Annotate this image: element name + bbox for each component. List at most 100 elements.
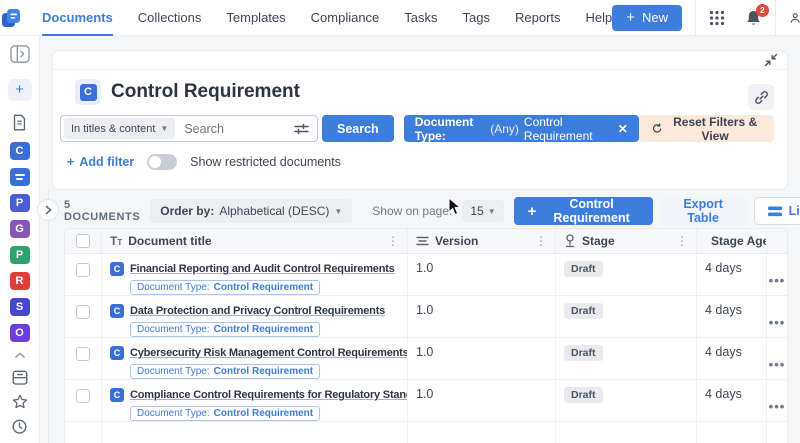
clock-icon[interactable] [11, 419, 28, 434]
doc-type-letter-badge: C [110, 346, 124, 360]
nav-item-compliance[interactable]: Compliance [311, 0, 380, 36]
select-all-cell [65, 229, 101, 253]
table-row[interactable]: C Compliance Control Requirements for Re… [65, 380, 787, 422]
type-chip-value: Control Requirement [214, 366, 313, 377]
app-logo[interactable] [0, 0, 22, 36]
toggle-knob [149, 156, 161, 168]
export-table-button[interactable]: Export Table [661, 197, 746, 225]
rail-doctype-p-green[interactable]: P [10, 246, 30, 264]
copy-link-button[interactable] [748, 84, 774, 110]
column-menu-icon[interactable]: ⋮ [387, 234, 399, 248]
table-row[interactable]: C Data Protection and Privacy Control Re… [65, 296, 787, 338]
nav-item-reports[interactable]: Reports [515, 0, 561, 36]
nav-item-templates[interactable]: Templates [226, 0, 285, 36]
show-on-page-dropdown[interactable]: 15 ▼ [462, 200, 503, 222]
order-by-dropdown[interactable]: Order by: Alphabetical (DESC) ▼ [150, 199, 352, 223]
column-header-stage[interactable]: Stage ⋮ [555, 229, 696, 253]
rail-doctype-p-blue[interactable]: P [10, 194, 30, 212]
archive-icon[interactable] [11, 370, 29, 385]
rail-doctype-g[interactable]: G [10, 220, 30, 238]
document-title-link[interactable]: Financial Reporting and Audit Control Re… [130, 263, 395, 275]
search-input[interactable] [178, 122, 294, 136]
select-all-checkbox[interactable] [76, 234, 90, 248]
divider [695, 0, 696, 36]
stage-badge: Draft [564, 345, 603, 361]
reset-filters-button[interactable]: Reset Filters & View [639, 115, 774, 142]
collapse-card-button[interactable] [764, 53, 778, 67]
row-checkbox[interactable] [76, 263, 90, 277]
search-scope-dropdown[interactable]: In titles & content ▼ [64, 118, 175, 139]
stage-age-cell: 4 days [696, 380, 766, 421]
document-title-link[interactable]: Cybersecurity Risk Management Control Re… [130, 347, 407, 359]
row-more-button[interactable]: ••• [766, 254, 787, 295]
document-type-chip[interactable]: Document Type: Control Requirement [130, 322, 320, 337]
version-cell: 1.0 [407, 254, 555, 295]
expand-section-button[interactable] [37, 199, 59, 221]
table-row-partial[interactable] [65, 422, 787, 443]
column-header-title[interactable]: TT Document title ⋮ [101, 229, 407, 253]
rail-doctype-lines[interactable] [10, 168, 30, 186]
chevron-down-icon: ▼ [160, 124, 168, 133]
plus-icon: + [528, 203, 537, 220]
rail-doctype-r[interactable]: R [10, 272, 30, 290]
row-checkbox[interactable] [76, 305, 90, 319]
type-chip-label: Document Type: [137, 366, 210, 377]
new-button[interactable]: + New [612, 5, 682, 31]
document-icon[interactable] [11, 114, 28, 131]
row-more-button[interactable]: ••• [766, 296, 787, 337]
column-header-version[interactable]: Version ⋮ [407, 229, 555, 253]
nav-item-collections[interactable]: Collections [138, 0, 202, 36]
nav-item-tags[interactable]: Tags [463, 0, 490, 36]
advanced-search-icon[interactable] [294, 123, 309, 135]
stage-age-cell: 4 days [696, 254, 766, 295]
row-checkbox[interactable] [76, 347, 90, 361]
column-menu-icon[interactable]: ⋮ [676, 234, 688, 248]
rail-add-button[interactable]: + [8, 79, 32, 101]
table-row[interactable]: C Financial Reporting and Audit Control … [65, 254, 787, 296]
create-control-requirement-button[interactable]: + Control Requirement [514, 197, 653, 225]
search-scope-value: In titles & content [71, 123, 155, 135]
apps-grid-icon [709, 10, 725, 26]
table-row[interactable]: C Cybersecurity Risk Management Control … [65, 338, 787, 380]
chevron-up-icon[interactable] [14, 352, 26, 358]
add-filter-button[interactable]: + Add filter [67, 155, 134, 169]
star-icon[interactable] [11, 394, 29, 409]
link-icon [754, 90, 769, 105]
show-on-page-label: Show on page: [372, 204, 452, 218]
type-chip-label: Document Type: [137, 324, 210, 335]
collapse-panel-icon[interactable] [9, 45, 31, 63]
show-restricted-label: Show restricted documents [190, 155, 341, 169]
page-title: Control Requirement [111, 81, 300, 103]
row-checkbox[interactable] [76, 389, 90, 403]
stage-icon [564, 234, 576, 248]
primary-nav: Documents Collections Templates Complian… [42, 0, 612, 36]
document-title-link[interactable]: Compliance Control Requirements for Regu… [130, 389, 407, 401]
document-type-chip[interactable]: Document Type: Control Requirement [130, 364, 320, 379]
nav-item-documents[interactable]: Documents [42, 0, 113, 36]
column-header-stage-age[interactable]: Stage Age [696, 229, 766, 253]
apps-grid-button[interactable] [709, 10, 725, 26]
toolbar-actions: + Control Requirement Export Table List [514, 197, 800, 225]
notifications-button[interactable]: 2 [745, 9, 762, 27]
page-title-row: C Control Requirement [53, 70, 787, 105]
document-title-link[interactable]: Data Protection and Privacy Control Requ… [130, 305, 385, 317]
document-type-filter-chip[interactable]: Document Type: (Any) Control Requirement… [404, 115, 639, 142]
nav-item-help[interactable]: Help [586, 0, 613, 36]
row-more-button[interactable]: ••• [766, 338, 787, 379]
user-menu[interactable]: Super A. [789, 3, 800, 33]
document-type-chip[interactable]: Document Type: Control Requirement [130, 280, 320, 295]
list-view-button[interactable]: List [755, 198, 800, 224]
search-button[interactable]: Search [322, 115, 394, 142]
document-type-chip[interactable]: Document Type: Control Requirement [130, 406, 320, 421]
rail-doctype-s[interactable]: S [10, 298, 30, 316]
stage-age-cell: 4 days [696, 338, 766, 379]
rail-doctype-c[interactable]: C [10, 142, 30, 160]
row-more-button[interactable]: ••• [766, 380, 787, 421]
column-menu-icon[interactable]: ⋮ [535, 234, 547, 248]
rail-doctype-o[interactable]: O [10, 324, 30, 342]
left-rail: + C P G P R S O [0, 36, 40, 443]
filter-chip-any: (Any) [490, 122, 519, 136]
remove-filter-icon[interactable]: ✕ [618, 122, 628, 136]
nav-item-tasks[interactable]: Tasks [404, 0, 437, 36]
show-restricted-toggle[interactable] [147, 154, 177, 170]
